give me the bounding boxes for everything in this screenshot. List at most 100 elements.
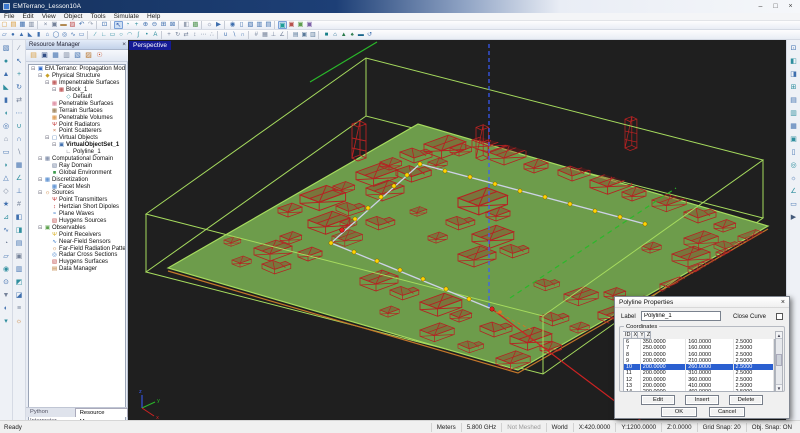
tree-item[interactable]: ∿ Near-Field Sensors	[29, 238, 125, 245]
edit-button[interactable]: Edit	[641, 395, 675, 405]
previous-view-icon[interactable]: ◧	[182, 21, 191, 29]
menu-item[interactable]: View	[38, 13, 60, 21]
run-simulation-icon[interactable]: ▶	[214, 21, 223, 29]
tree-item[interactable]: ⊟ ▢ Virtual Objects	[29, 135, 125, 142]
view-right-icon[interactable]: ◨	[788, 68, 800, 81]
undo-icon[interactable]: ↶	[77, 21, 86, 29]
separator[interactable]	[161, 31, 164, 39]
corner-view2-icon[interactable]: ◪	[14, 289, 25, 302]
solid-ring-icon[interactable]: ⊙	[1, 276, 12, 289]
draw-plate-icon[interactable]: ▭	[77, 31, 86, 39]
minimize-button[interactable]: –	[753, 0, 768, 13]
separator[interactable]	[224, 21, 227, 29]
solid-tetra-icon[interactable]: △	[1, 172, 12, 185]
boolean-intersect-icon[interactable]: ∩	[238, 31, 247, 39]
separator[interactable]	[110, 21, 113, 29]
mesh-view-icon[interactable]: ▩	[191, 21, 200, 29]
scrollbar-thumb[interactable]	[776, 354, 782, 366]
solid-taper-icon[interactable]: ▾	[1, 315, 12, 328]
solid-sphere-icon[interactable]: ●	[1, 55, 12, 68]
vehicle-object-icon[interactable]: ▬	[357, 31, 366, 39]
subtract-icon[interactable]: ∖	[14, 146, 25, 159]
separator[interactable]	[217, 31, 220, 39]
orbit-tool-icon[interactable]: ◔	[123, 21, 132, 29]
mirror-tool-icon[interactable]: ⇄	[182, 31, 191, 39]
module-cad-icon[interactable]: ▣	[287, 21, 296, 29]
bounds-toggle-icon[interactable]: ▭	[788, 198, 800, 211]
solid-helix-icon[interactable]: ∿	[1, 224, 12, 237]
array-linear-icon[interactable]: ⋯	[199, 31, 208, 39]
list-view-icon[interactable]: ▤	[14, 237, 25, 250]
scale-tool-icon[interactable]: ↕	[190, 31, 199, 39]
draw-cone-icon[interactable]: ▲	[17, 31, 26, 39]
hide-object-icon[interactable]: ▥	[309, 31, 318, 39]
separator[interactable]	[318, 31, 321, 39]
select-tool-icon[interactable]: ↖	[114, 21, 123, 29]
zoom-extents-icon[interactable]: ⊠	[168, 21, 177, 29]
menu-item[interactable]: Object	[60, 13, 87, 21]
tree-item[interactable]: ◎ Radar Cross Sections	[29, 252, 125, 259]
working-plane-icon[interactable]: ▦	[261, 31, 270, 39]
mirror-object-icon[interactable]: ⇄	[14, 94, 25, 107]
tree-item[interactable]: ◇ Default	[29, 94, 125, 101]
close-curve-checkbox[interactable]	[776, 313, 783, 320]
separator[interactable]	[248, 31, 251, 39]
tree-item[interactable]: Ψ Point Transmitters	[29, 197, 125, 204]
tree-item[interactable]: ☼ Far-Field Radiation Patterns	[29, 245, 125, 252]
zoom-window-icon[interactable]: ⊞	[159, 21, 168, 29]
grid-snap-icon[interactable]: #	[252, 31, 261, 39]
solid-prism-icon[interactable]: ⌂	[1, 133, 12, 146]
rm-properties-icon[interactable]: ▥	[61, 51, 72, 61]
tree-item[interactable]: ⊟ ☼ Sources	[29, 190, 125, 197]
move-tool-icon[interactable]: +	[165, 31, 174, 39]
tree-item[interactable]: ▤ Data Manager	[29, 266, 125, 273]
tree-item[interactable]: ⊟ ▣ VirtualObjectSet_1	[29, 142, 125, 149]
rm-simulate-icon[interactable]: ▧	[72, 51, 83, 61]
draw-torus-icon[interactable]: ◎	[60, 31, 69, 39]
ok-button[interactable]: OK	[661, 407, 697, 417]
tree-item[interactable]: ≈ Plane Waves	[29, 211, 125, 218]
zoom-out-icon[interactable]: ⊖	[150, 21, 159, 29]
tree-item[interactable]: ▦ Terrain Surfaces	[29, 107, 125, 114]
fill-view-icon[interactable]: ▣	[14, 250, 25, 263]
table-scrollbar[interactable]: ▲ ▼	[775, 331, 783, 392]
solid-pyramid-icon[interactable]: ◣	[1, 81, 12, 94]
separator[interactable]	[201, 21, 204, 29]
separator[interactable]	[87, 31, 90, 39]
view-single-icon[interactable]: ⊡	[788, 42, 800, 55]
menu-item[interactable]: Tools	[86, 13, 109, 21]
delete-icon[interactable]: ▨	[68, 21, 77, 29]
tree-item[interactable]: ▦ Facet Mesh	[29, 183, 125, 190]
tree-item[interactable]: ■ Global Environment	[29, 169, 125, 176]
tree-item[interactable]: ▦ Penetrable Volumes	[29, 114, 125, 121]
measure-icon[interactable]: ∠	[278, 31, 287, 39]
frequency-settings-icon[interactable]: ◉	[228, 21, 237, 29]
solid-disc-icon[interactable]: ◉	[1, 263, 12, 276]
draw-circle-icon[interactable]: ○	[117, 31, 126, 39]
rotate-tool-icon[interactable]: ↻	[173, 31, 182, 39]
dialog-title-bar[interactable]: Polyline Properties ×	[615, 297, 789, 308]
delete-button[interactable]: Delete	[729, 395, 763, 405]
draw-arc-icon[interactable]: ◠	[125, 31, 134, 39]
display-settings-icon[interactable]: ☼	[14, 315, 25, 328]
rotate-object-icon[interactable]: ↻	[14, 81, 25, 94]
terrain-object-icon[interactable]: ▲	[339, 31, 348, 39]
draw-helix-icon[interactable]: ∿	[69, 31, 78, 39]
separator[interactable]	[96, 21, 99, 29]
union-icon[interactable]: ∪	[14, 120, 25, 133]
angle-measure-icon[interactable]: ∠	[14, 172, 25, 185]
draw-sphere-icon[interactable]: ●	[9, 31, 18, 39]
scroll-up-icon[interactable]: ▲	[776, 332, 782, 339]
simulation-settings-icon[interactable]: ☼	[205, 21, 214, 29]
close-button[interactable]: ×	[783, 0, 798, 13]
tree-item[interactable]: × Point Scatterers	[29, 128, 125, 135]
separator[interactable]	[178, 21, 181, 29]
light-settings-icon[interactable]: ☼	[788, 172, 800, 185]
tree-item[interactable]: ⊟ ▦ Impenetrable Surfaces	[29, 80, 125, 87]
draw-polyline-icon[interactable]: ∟	[100, 31, 109, 39]
solid-star-icon[interactable]: ★	[1, 198, 12, 211]
draw-rect-icon[interactable]: ▭	[108, 31, 117, 39]
pan-tool-icon[interactable]: +	[132, 21, 141, 29]
tree-item[interactable]: ⊟ ▦ Computational Domain	[29, 156, 125, 163]
tree-item[interactable]: ↕ Hertzian Short Dipoles	[29, 204, 125, 211]
